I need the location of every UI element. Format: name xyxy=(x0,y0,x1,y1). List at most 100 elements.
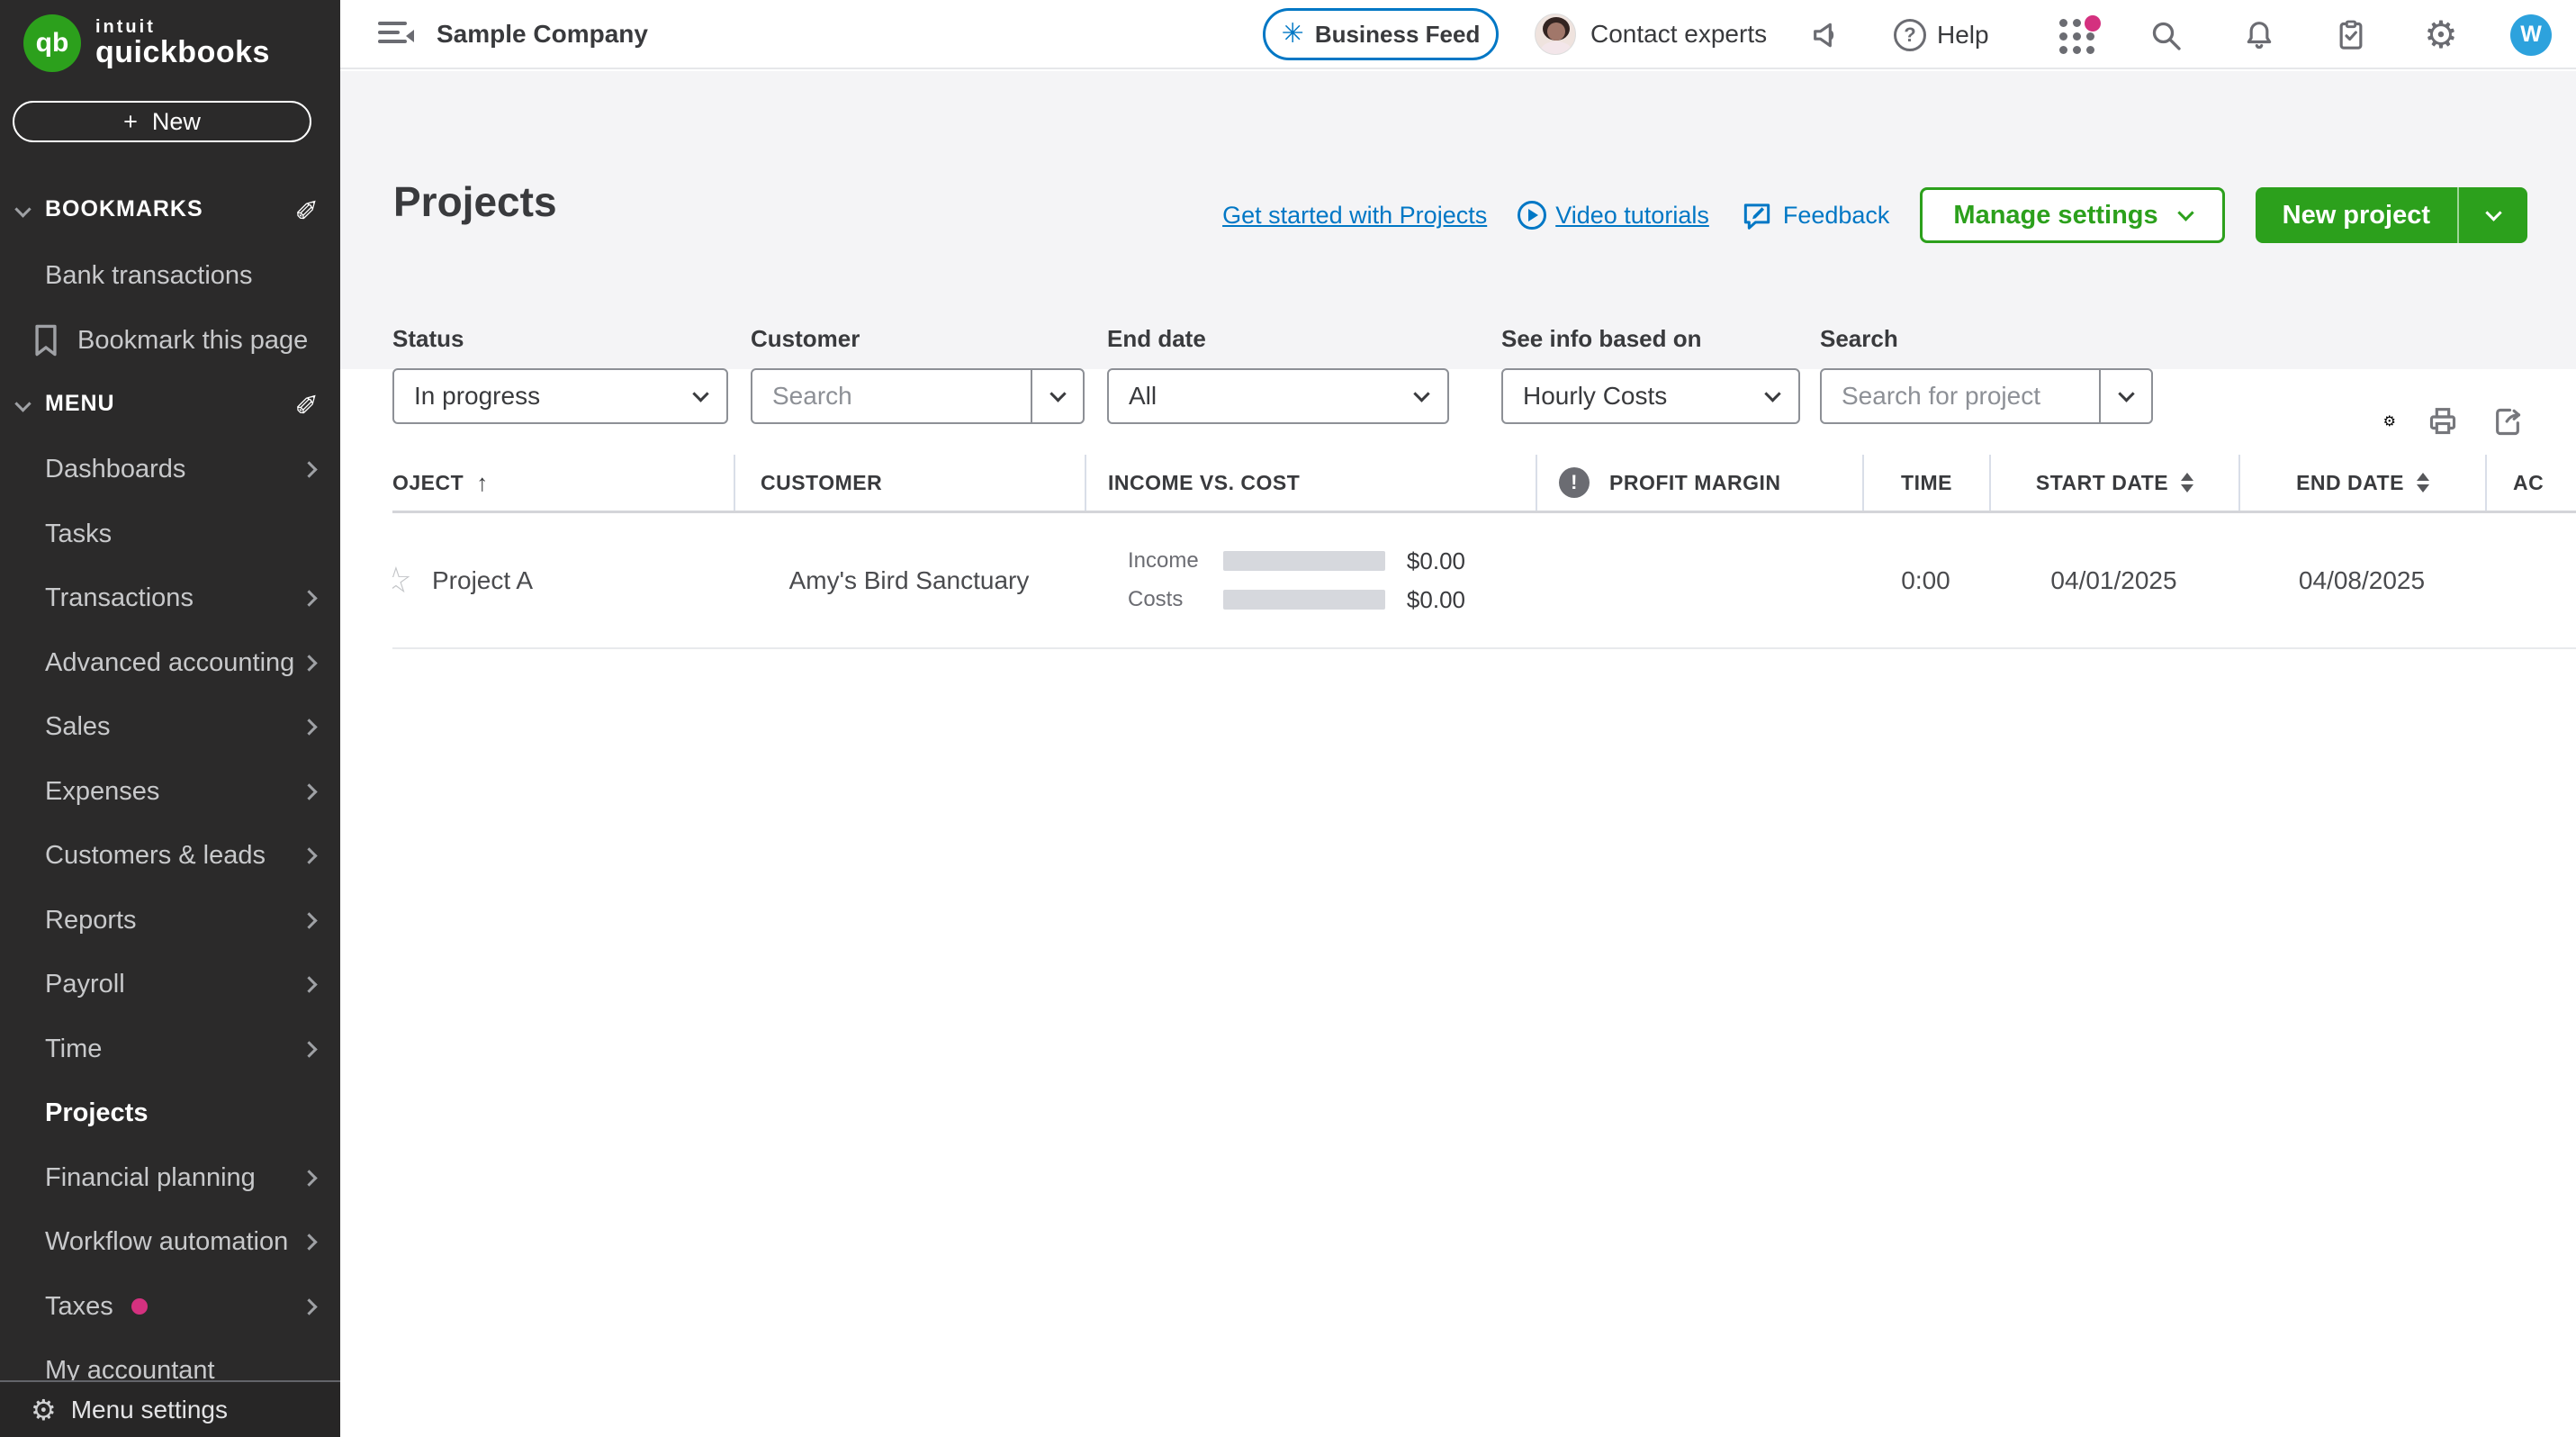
sort-asc-icon: ↑ xyxy=(476,469,489,497)
header-project[interactable]: OJECT ↑ xyxy=(392,455,734,511)
menu-header-label: MENU xyxy=(45,391,115,417)
start-date-cell: 04/01/2025 xyxy=(1989,513,2238,647)
export-icon[interactable] xyxy=(2490,403,2526,439)
sidebar-item-dashboards[interactable]: Dashboards xyxy=(0,438,340,502)
income-vs-cost-cell: Income $0.00 Costs $0.00 xyxy=(1085,513,1536,647)
costs-bar xyxy=(1223,590,1385,610)
chevron-down-icon xyxy=(692,385,708,402)
project-cell: ☆ Project A xyxy=(392,513,734,647)
bookmarks-header-label: BOOKMARKS xyxy=(45,196,203,222)
sidebar-item-financial-planning[interactable]: Financial planning xyxy=(0,1146,340,1211)
chevron-down-icon xyxy=(2118,385,2134,402)
table-row[interactable]: ☆ Project A Amy's Bird Sanctuary Income … xyxy=(392,513,2576,649)
filter-status: Status In progress xyxy=(392,325,464,353)
sidebar-item-expenses[interactable]: Expenses xyxy=(0,760,340,825)
chevron-right-icon xyxy=(301,655,317,671)
sidebar-item-projects[interactable]: Projects xyxy=(0,1081,340,1146)
edit-pencil-icon[interactable]: ✎ xyxy=(291,196,325,221)
customer-combobox[interactable] xyxy=(751,368,1085,424)
print-icon[interactable] xyxy=(2425,403,2461,439)
sidebar-item-tasks[interactable]: Tasks xyxy=(0,502,340,567)
sidebar-menu: Dashboards Tasks Transactions Advanced a… xyxy=(0,438,340,1404)
chevron-right-icon xyxy=(301,912,317,928)
end-date-select[interactable]: All xyxy=(1107,368,1449,424)
chevron-right-icon xyxy=(301,719,317,736)
tasks-clipboard-icon[interactable] xyxy=(2329,0,2373,69)
time-cell: 0:00 xyxy=(1862,513,1989,647)
apps-grid-icon[interactable] xyxy=(2058,0,2101,69)
bookmark-icon xyxy=(31,322,61,358)
user-avatar[interactable]: W xyxy=(2509,0,2553,69)
sidebar-item-customers-leads[interactable]: Customers & leads xyxy=(0,824,340,889)
help-button[interactable]: ? Help xyxy=(1894,0,1989,69)
bookmarks-section-header[interactable]: BOOKMARKS ✎ xyxy=(0,191,340,227)
end-date-label: End date xyxy=(1107,325,1206,353)
get-started-link[interactable]: Get started with Projects xyxy=(1222,202,1487,230)
settings-gear-icon[interactable]: ⚙ xyxy=(2419,0,2463,69)
new-project-button[interactable]: New project xyxy=(2256,187,2459,243)
header-profit-margin: ! PROFIT MARGIN xyxy=(1536,455,1862,511)
sidebar-item-reports[interactable]: Reports xyxy=(0,889,340,953)
quickbooks-app: qb intuit quickbooks + New BOOKMARKS ✎ B… xyxy=(0,0,2576,1437)
table-settings-gear-icon[interactable]: ⚙ xyxy=(2383,412,2396,430)
notifications-bell-icon[interactable] xyxy=(2238,0,2281,69)
new-project-dropdown[interactable] xyxy=(2459,187,2527,243)
sidebar-item-bank-transactions[interactable]: Bank transactions xyxy=(45,261,253,291)
filter-search: Search xyxy=(1820,325,1898,353)
feedback-link[interactable]: Feedback xyxy=(1740,198,1890,232)
sidebar-item-taxes[interactable]: Taxes xyxy=(0,1275,340,1340)
chevron-right-icon xyxy=(301,591,317,607)
chevron-down-icon xyxy=(14,395,31,411)
search-icon[interactable] xyxy=(2144,0,2187,69)
see-info-select[interactable]: Hourly Costs xyxy=(1501,368,1800,424)
filter-see-info: See info based on Hourly Costs xyxy=(1501,325,1702,353)
see-info-label: See info based on xyxy=(1501,325,1702,353)
chevron-right-icon xyxy=(301,1170,317,1186)
customer-label: Customer xyxy=(751,325,860,353)
header-start-date[interactable]: START DATE xyxy=(1989,455,2238,511)
sidebar-item-transactions[interactable]: Transactions xyxy=(0,566,340,631)
company-name: Sample Company xyxy=(437,20,648,49)
filter-end-date: End date All xyxy=(1107,325,1206,353)
sidebar-item-workflow-automation[interactable]: Workflow automation xyxy=(0,1210,340,1275)
menu-section-header[interactable]: MENU ✎ xyxy=(0,385,340,421)
project-search-input[interactable] xyxy=(1822,382,2099,411)
sidebar-item-advanced-accounting[interactable]: Advanced accounting xyxy=(0,631,340,696)
sidebar-item-time[interactable]: Time xyxy=(0,1017,340,1082)
edit-pencil-icon[interactable]: ✎ xyxy=(291,391,325,416)
project-search-combobox[interactable] xyxy=(1820,368,2153,424)
chevron-down-icon xyxy=(1413,385,1429,402)
apps-notification-dot xyxy=(2085,15,2101,32)
feedback-bubble-icon xyxy=(1740,198,1774,232)
page-title: Projects xyxy=(393,177,557,226)
status-select[interactable]: In progress xyxy=(392,368,728,424)
sidebar-item-sales[interactable]: Sales xyxy=(0,695,340,760)
bookmark-this-page-label: Bookmark this page xyxy=(77,326,308,356)
main-content: Sample Company ✳ Business Feed Contact e… xyxy=(340,0,2576,1437)
collapse-sidebar-icon[interactable] xyxy=(378,22,414,49)
video-tutorials-link[interactable]: Video tutorials xyxy=(1518,201,1709,230)
new-project-split-button[interactable]: New project xyxy=(2256,187,2527,243)
sort-both-icon xyxy=(2417,473,2429,493)
chevron-right-icon xyxy=(301,848,317,864)
favorite-star-icon[interactable]: ☆ xyxy=(392,563,416,599)
chevron-right-icon xyxy=(301,977,317,993)
info-exclamation-icon[interactable]: ! xyxy=(1559,467,1590,498)
menu-settings-label: Menu settings xyxy=(71,1396,228,1424)
contact-experts-button[interactable]: Contact experts xyxy=(1535,14,1767,55)
project-name-link[interactable]: Project A xyxy=(432,566,533,595)
bookmark-this-page[interactable]: Bookmark this page xyxy=(31,322,308,358)
menu-settings-button[interactable]: ⚙ Menu settings xyxy=(0,1380,340,1437)
chevron-right-icon xyxy=(301,1298,317,1315)
business-feed-button[interactable]: ✳ Business Feed xyxy=(1263,8,1499,60)
sidebar-item-payroll[interactable]: Payroll xyxy=(0,953,340,1017)
chevron-down-icon xyxy=(1049,385,1066,402)
status-label: Status xyxy=(392,325,464,353)
spark-icon: ✳ xyxy=(1282,21,1304,48)
header-customer: CUSTOMER xyxy=(734,455,1085,511)
announcements-megaphone-icon[interactable] xyxy=(1806,0,1849,69)
new-button[interactable]: + New xyxy=(13,101,311,142)
header-end-date[interactable]: END DATE xyxy=(2238,455,2485,511)
manage-settings-button[interactable]: Manage settings xyxy=(1920,187,2224,243)
customer-search-input[interactable] xyxy=(752,382,1031,411)
